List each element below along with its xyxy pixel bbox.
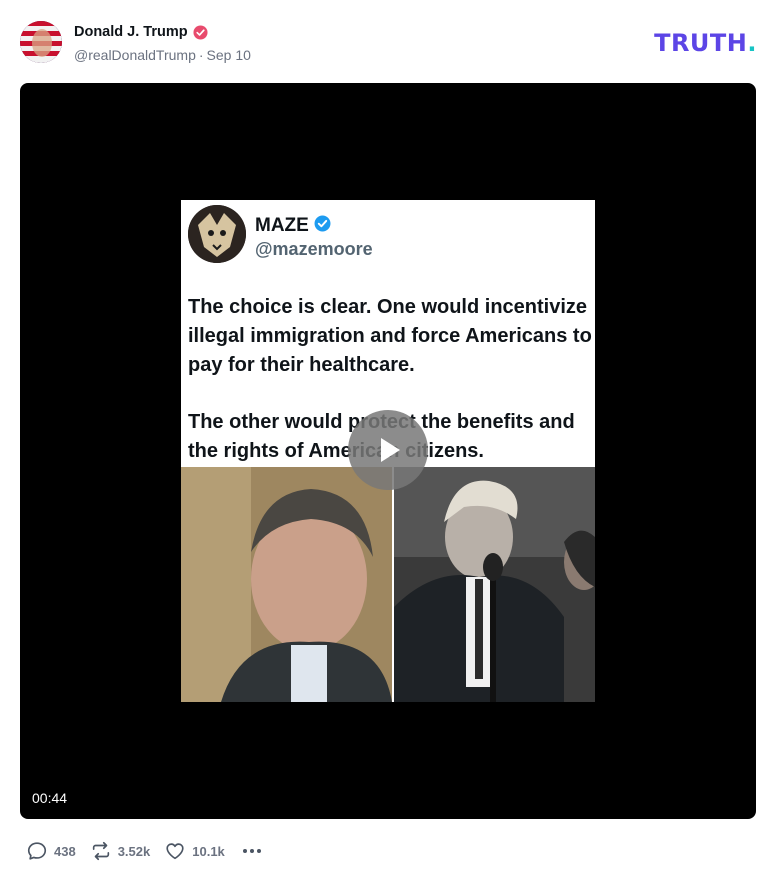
meta-separator: · (198, 47, 204, 63)
retruth-count: 3.52k (117, 843, 151, 859)
embedded-tweet-handle: @mazemoore (255, 239, 373, 259)
post-actions: 438 3.52k 10.1k (26, 839, 261, 863)
author-handle[interactable]: @realDonaldTrump (74, 47, 196, 63)
reply-count: 438 (54, 843, 76, 859)
more-icon[interactable] (242, 849, 261, 853)
video-player[interactable]: MAZE @mazemoore The choice is clear. One… (20, 83, 756, 819)
embedded-tweet-name: MAZE (255, 215, 309, 236)
embedded-photos (181, 467, 595, 702)
embedded-tweet-paragraph-1: The choice is clear. One would incentivi… (188, 296, 592, 376)
brand-period: . (747, 29, 757, 57)
retruth-button[interactable]: 3.52k (90, 840, 151, 862)
verified-badge-icon (193, 24, 208, 40)
like-button[interactable]: 10.1k (164, 840, 225, 862)
like-icon (166, 843, 184, 860)
author-avatar[interactable] (20, 21, 62, 63)
reply-icon (27, 842, 47, 860)
author-name[interactable]: Donald J. Trump (74, 24, 188, 40)
photo-right (394, 467, 595, 702)
retruth-icon (92, 841, 109, 861)
like-count: 10.1k (192, 843, 225, 859)
verified-badge-icon (314, 215, 331, 237)
embedded-avatar (188, 205, 246, 263)
video-duration: 00:44 (32, 790, 68, 806)
post-date[interactable]: Sep 10 (207, 47, 251, 63)
embedded-tweet-header: MAZE @mazemoore (188, 205, 588, 263)
reply-button[interactable]: 438 (26, 840, 76, 862)
play-button[interactable] (348, 410, 428, 490)
post-meta: @realDonaldTrump · Sep 10 (74, 47, 251, 63)
post-header: Donald J. Trump @realDonaldTrump · Sep 10 … (20, 21, 757, 65)
brand-name: TRUTH (654, 29, 748, 57)
photo-left (181, 467, 392, 702)
truth-logo[interactable]: TRUTH. (654, 29, 757, 57)
play-icon (381, 438, 400, 462)
